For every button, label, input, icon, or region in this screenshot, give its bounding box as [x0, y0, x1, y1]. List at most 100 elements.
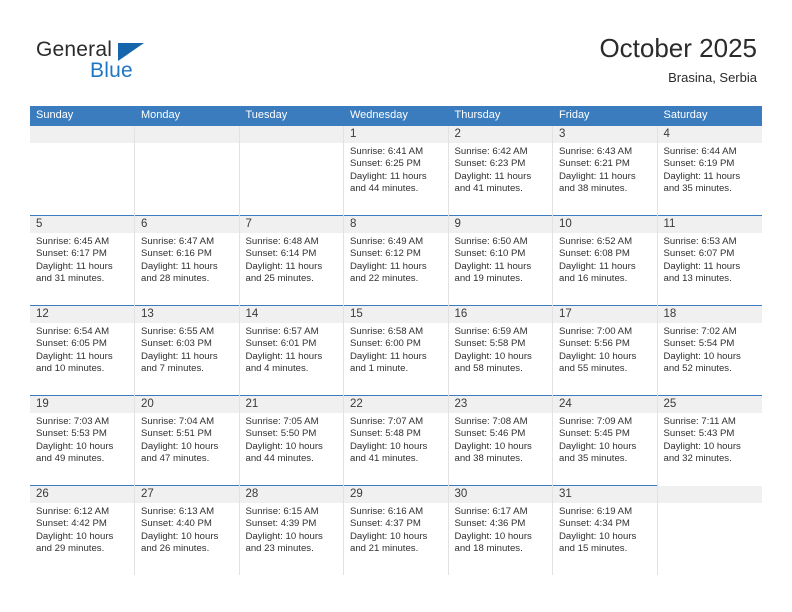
sunrise-text: Sunrise: 6:52 AM: [559, 236, 633, 247]
calendar-day-cell[interactable]: 20 Sunrise: 7:04 AM Sunset: 5:51 PM Dayligh…: [134, 395, 240, 486]
day-details: Sunrise: 6:48 AM Sunset: 6:14 PM Daylight:…: [240, 233, 344, 286]
day-number: 8: [344, 216, 448, 233]
daylight-text: Daylight: 11 hours and 7 minutes.: [141, 350, 218, 375]
day-details: Sunrise: 7:08 AM Sunset: 5:46 PM Daylight:…: [449, 413, 553, 466]
sunset-text: Sunset: 5:46 PM: [454, 428, 526, 440]
calendar-day-cell[interactable]: 11 Sunrise: 6:53 AM Sunset: 6:07 PM Dayligh…: [657, 215, 762, 306]
day-number: 1: [344, 126, 448, 143]
calendar-day-cell[interactable]: 9 Sunrise: 6:50 AM Sunset: 6:10 PM Daylight…: [448, 215, 553, 306]
day-number: 26: [30, 486, 134, 503]
daylight-text: Daylight: 10 hours and 23 minutes.: [245, 530, 323, 555]
calendar-day-cell[interactable]: 16 Sunrise: 6:59 AM Sunset: 5:58 PM Dayligh…: [448, 305, 553, 396]
daylight-text: Daylight: 11 hours and 1 minute.: [350, 350, 427, 375]
day-details: Sunrise: 7:09 AM Sunset: 5:45 PM Daylight:…: [553, 413, 657, 466]
calendar-day-cell[interactable]: 1 Sunrise: 6:41 AM Sunset: 6:25 PM Daylight…: [343, 125, 449, 216]
daylight-text: Daylight: 10 hours and 41 minutes.: [350, 440, 428, 465]
calendar-day-cell[interactable]: 8 Sunrise: 6:49 AM Sunset: 6:12 PM Daylight…: [343, 215, 449, 306]
sunset-text: Sunset: 4:34 PM: [559, 518, 630, 530]
calendar-day-cell[interactable]: 15 Sunrise: 6:58 AM Sunset: 6:00 PM Dayligh…: [343, 305, 449, 396]
calendar-day-cell[interactable]: 31 Sunrise: 6:19 AM Sunset: 4:34 PM Dayligh…: [552, 485, 658, 575]
calendar-day-cell[interactable]: 29 Sunrise: 6:16 AM Sunset: 4:37 PM Dayligh…: [343, 485, 449, 575]
calendar-day-cell[interactable]: 21 Sunrise: 7:05 AM Sunset: 5:50 PM Dayligh…: [239, 395, 344, 486]
sunset-text: Sunset: 5:56 PM: [559, 338, 630, 350]
day-number: 4: [657, 126, 762, 143]
calendar-day-cell[interactable]: 4 Sunrise: 6:44 AM Sunset: 6:19 PM Daylight…: [657, 125, 762, 216]
calendar-day-cell[interactable]: 22 Sunrise: 7:07 AM Sunset: 5:48 PM Dayligh…: [343, 395, 449, 486]
sunrise-text: Sunrise: 6:47 AM: [141, 236, 215, 247]
day-number: 9: [448, 216, 552, 233]
general-blue-logo[interactable]: General Blue: [36, 38, 236, 86]
day-number: 6: [135, 216, 239, 233]
sunrise-text: Sunrise: 7:03 AM: [36, 416, 110, 427]
sunrise-text: Sunrise: 6:15 AM: [245, 506, 319, 517]
calendar-week-row: 19 Sunrise: 7:03 AM Sunset: 5:53 PM Dayligh…: [30, 395, 762, 486]
calendar-day-cell[interactable]: 6 Sunrise: 6:47 AM Sunset: 6:16 PM Daylight…: [134, 215, 240, 306]
weekday-header-friday: Friday: [552, 106, 658, 126]
weekday-header-tuesday: Tuesday: [239, 106, 344, 126]
calendar-day-cell[interactable]: 25 Sunrise: 7:11 AM Sunset: 5:43 PM Dayligh…: [657, 395, 762, 486]
calendar-day-cell[interactable]: 5 Sunrise: 6:45 AM Sunset: 6:17 PM Daylight…: [30, 215, 135, 306]
daylight-text: Daylight: 10 hours and 26 minutes.: [141, 530, 219, 555]
calendar-week-row: 12 Sunrise: 6:54 AM Sunset: 6:05 PM Dayligh…: [30, 305, 762, 396]
calendar-day-cell[interactable]: 18 Sunrise: 7:02 AM Sunset: 5:54 PM Dayligh…: [657, 305, 762, 396]
sunrise-text: Sunrise: 6:59 AM: [454, 326, 528, 337]
sunset-text: Sunset: 6:25 PM: [350, 158, 421, 170]
calendar-day-cell[interactable]: 3 Sunrise: 6:43 AM Sunset: 6:21 PM Daylight…: [552, 125, 658, 216]
calendar-cell-empty: [30, 125, 135, 216]
calendar-day-cell[interactable]: 10 Sunrise: 6:52 AM Sunset: 6:08 PM Dayligh…: [552, 215, 658, 306]
daylight-text: Daylight: 11 hours and 22 minutes.: [350, 260, 427, 285]
sunrise-text: Sunrise: 6:54 AM: [36, 326, 110, 337]
page-title: October 2025: [599, 33, 757, 63]
calendar-day-cell[interactable]: 7 Sunrise: 6:48 AM Sunset: 6:14 PM Daylight…: [239, 215, 344, 306]
page-subtitle: Brasina, Serbia: [668, 70, 757, 85]
daylight-text: Daylight: 10 hours and 55 minutes.: [559, 350, 637, 375]
calendar-day-cell[interactable]: 30 Sunrise: 6:17 AM Sunset: 4:36 PM Dayligh…: [448, 485, 553, 575]
calendar-day-cell[interactable]: 17 Sunrise: 7:00 AM Sunset: 5:56 PM Dayligh…: [552, 305, 658, 396]
sunset-text: Sunset: 6:21 PM: [559, 158, 630, 170]
sunrise-text: Sunrise: 6:55 AM: [141, 326, 215, 337]
daylight-text: Daylight: 10 hours and 44 minutes.: [245, 440, 323, 465]
daylight-text: Daylight: 11 hours and 31 minutes.: [36, 260, 113, 285]
calendar-day-cell[interactable]: 13 Sunrise: 6:55 AM Sunset: 6:03 PM Dayligh…: [134, 305, 240, 396]
daylight-text: Daylight: 11 hours and 13 minutes.: [663, 260, 741, 285]
sunset-text: Sunset: 5:50 PM: [245, 428, 317, 440]
calendar-day-cell[interactable]: 19 Sunrise: 7:03 AM Sunset: 5:53 PM Dayligh…: [30, 395, 135, 486]
weekday-header-wednesday: Wednesday: [343, 106, 449, 126]
sunrise-text: Sunrise: 6:50 AM: [454, 236, 528, 247]
day-number: 31: [553, 486, 657, 503]
calendar-day-cell[interactable]: 2 Sunrise: 6:42 AM Sunset: 6:23 PM Daylight…: [448, 125, 553, 216]
day-details: Sunrise: 6:13 AM Sunset: 4:40 PM Daylight:…: [135, 503, 239, 556]
sunset-text: Sunset: 6:10 PM: [454, 248, 526, 260]
sunrise-text: Sunrise: 6:57 AM: [245, 326, 319, 337]
sunrise-text: Sunrise: 6:58 AM: [350, 326, 424, 337]
day-details: Sunrise: 6:58 AM Sunset: 6:00 PM Daylight:…: [344, 323, 448, 376]
day-details: Sunrise: 7:05 AM Sunset: 5:50 PM Daylight:…: [240, 413, 344, 466]
page-header: General Blue October 2025 Brasina, Serbi…: [0, 0, 792, 100]
day-number: [239, 125, 343, 143]
calendar-day-cell[interactable]: 27 Sunrise: 6:13 AM Sunset: 4:40 PM Dayligh…: [134, 485, 240, 575]
day-details: Sunrise: 6:12 AM Sunset: 4:42 PM Daylight:…: [30, 503, 134, 556]
calendar-day-cell[interactable]: 23 Sunrise: 7:08 AM Sunset: 5:46 PM Dayligh…: [448, 395, 553, 486]
calendar-day-cell[interactable]: 26 Sunrise: 6:12 AM Sunset: 4:42 PM Dayligh…: [30, 485, 135, 575]
weekday-header-sunday: Sunday: [30, 106, 135, 126]
day-details: Sunrise: 6:55 AM Sunset: 6:03 PM Daylight:…: [135, 323, 239, 376]
sunrise-text: Sunrise: 6:49 AM: [350, 236, 424, 247]
day-details: Sunrise: 6:54 AM Sunset: 6:05 PM Daylight:…: [30, 323, 134, 376]
calendar-day-cell[interactable]: 14 Sunrise: 6:57 AM Sunset: 6:01 PM Dayligh…: [239, 305, 344, 396]
day-number: [30, 125, 134, 143]
day-number: 17: [553, 306, 657, 323]
calendar-day-cell[interactable]: 24 Sunrise: 7:09 AM Sunset: 5:45 PM Dayligh…: [552, 395, 658, 486]
title-block: October 2025 Brasina, Serbia: [599, 32, 757, 88]
day-number: 23: [448, 396, 552, 413]
day-number: 5: [30, 216, 134, 233]
day-details: Sunrise: 7:03 AM Sunset: 5:53 PM Daylight:…: [30, 413, 134, 466]
sunset-text: Sunset: 5:45 PM: [559, 428, 630, 440]
sunrise-text: Sunrise: 7:09 AM: [559, 416, 633, 427]
calendar-day-cell[interactable]: 28 Sunrise: 6:15 AM Sunset: 4:39 PM Dayligh…: [239, 485, 344, 575]
calendar-day-cell[interactable]: 12 Sunrise: 6:54 AM Sunset: 6:05 PM Dayligh…: [30, 305, 135, 396]
sunrise-text: Sunrise: 7:04 AM: [141, 416, 215, 427]
day-number: 10: [553, 216, 657, 233]
day-details: Sunrise: 6:45 AM Sunset: 6:17 PM Daylight:…: [30, 233, 134, 286]
day-number: 29: [344, 486, 448, 503]
daylight-text: Daylight: 11 hours and 41 minutes.: [454, 170, 532, 195]
